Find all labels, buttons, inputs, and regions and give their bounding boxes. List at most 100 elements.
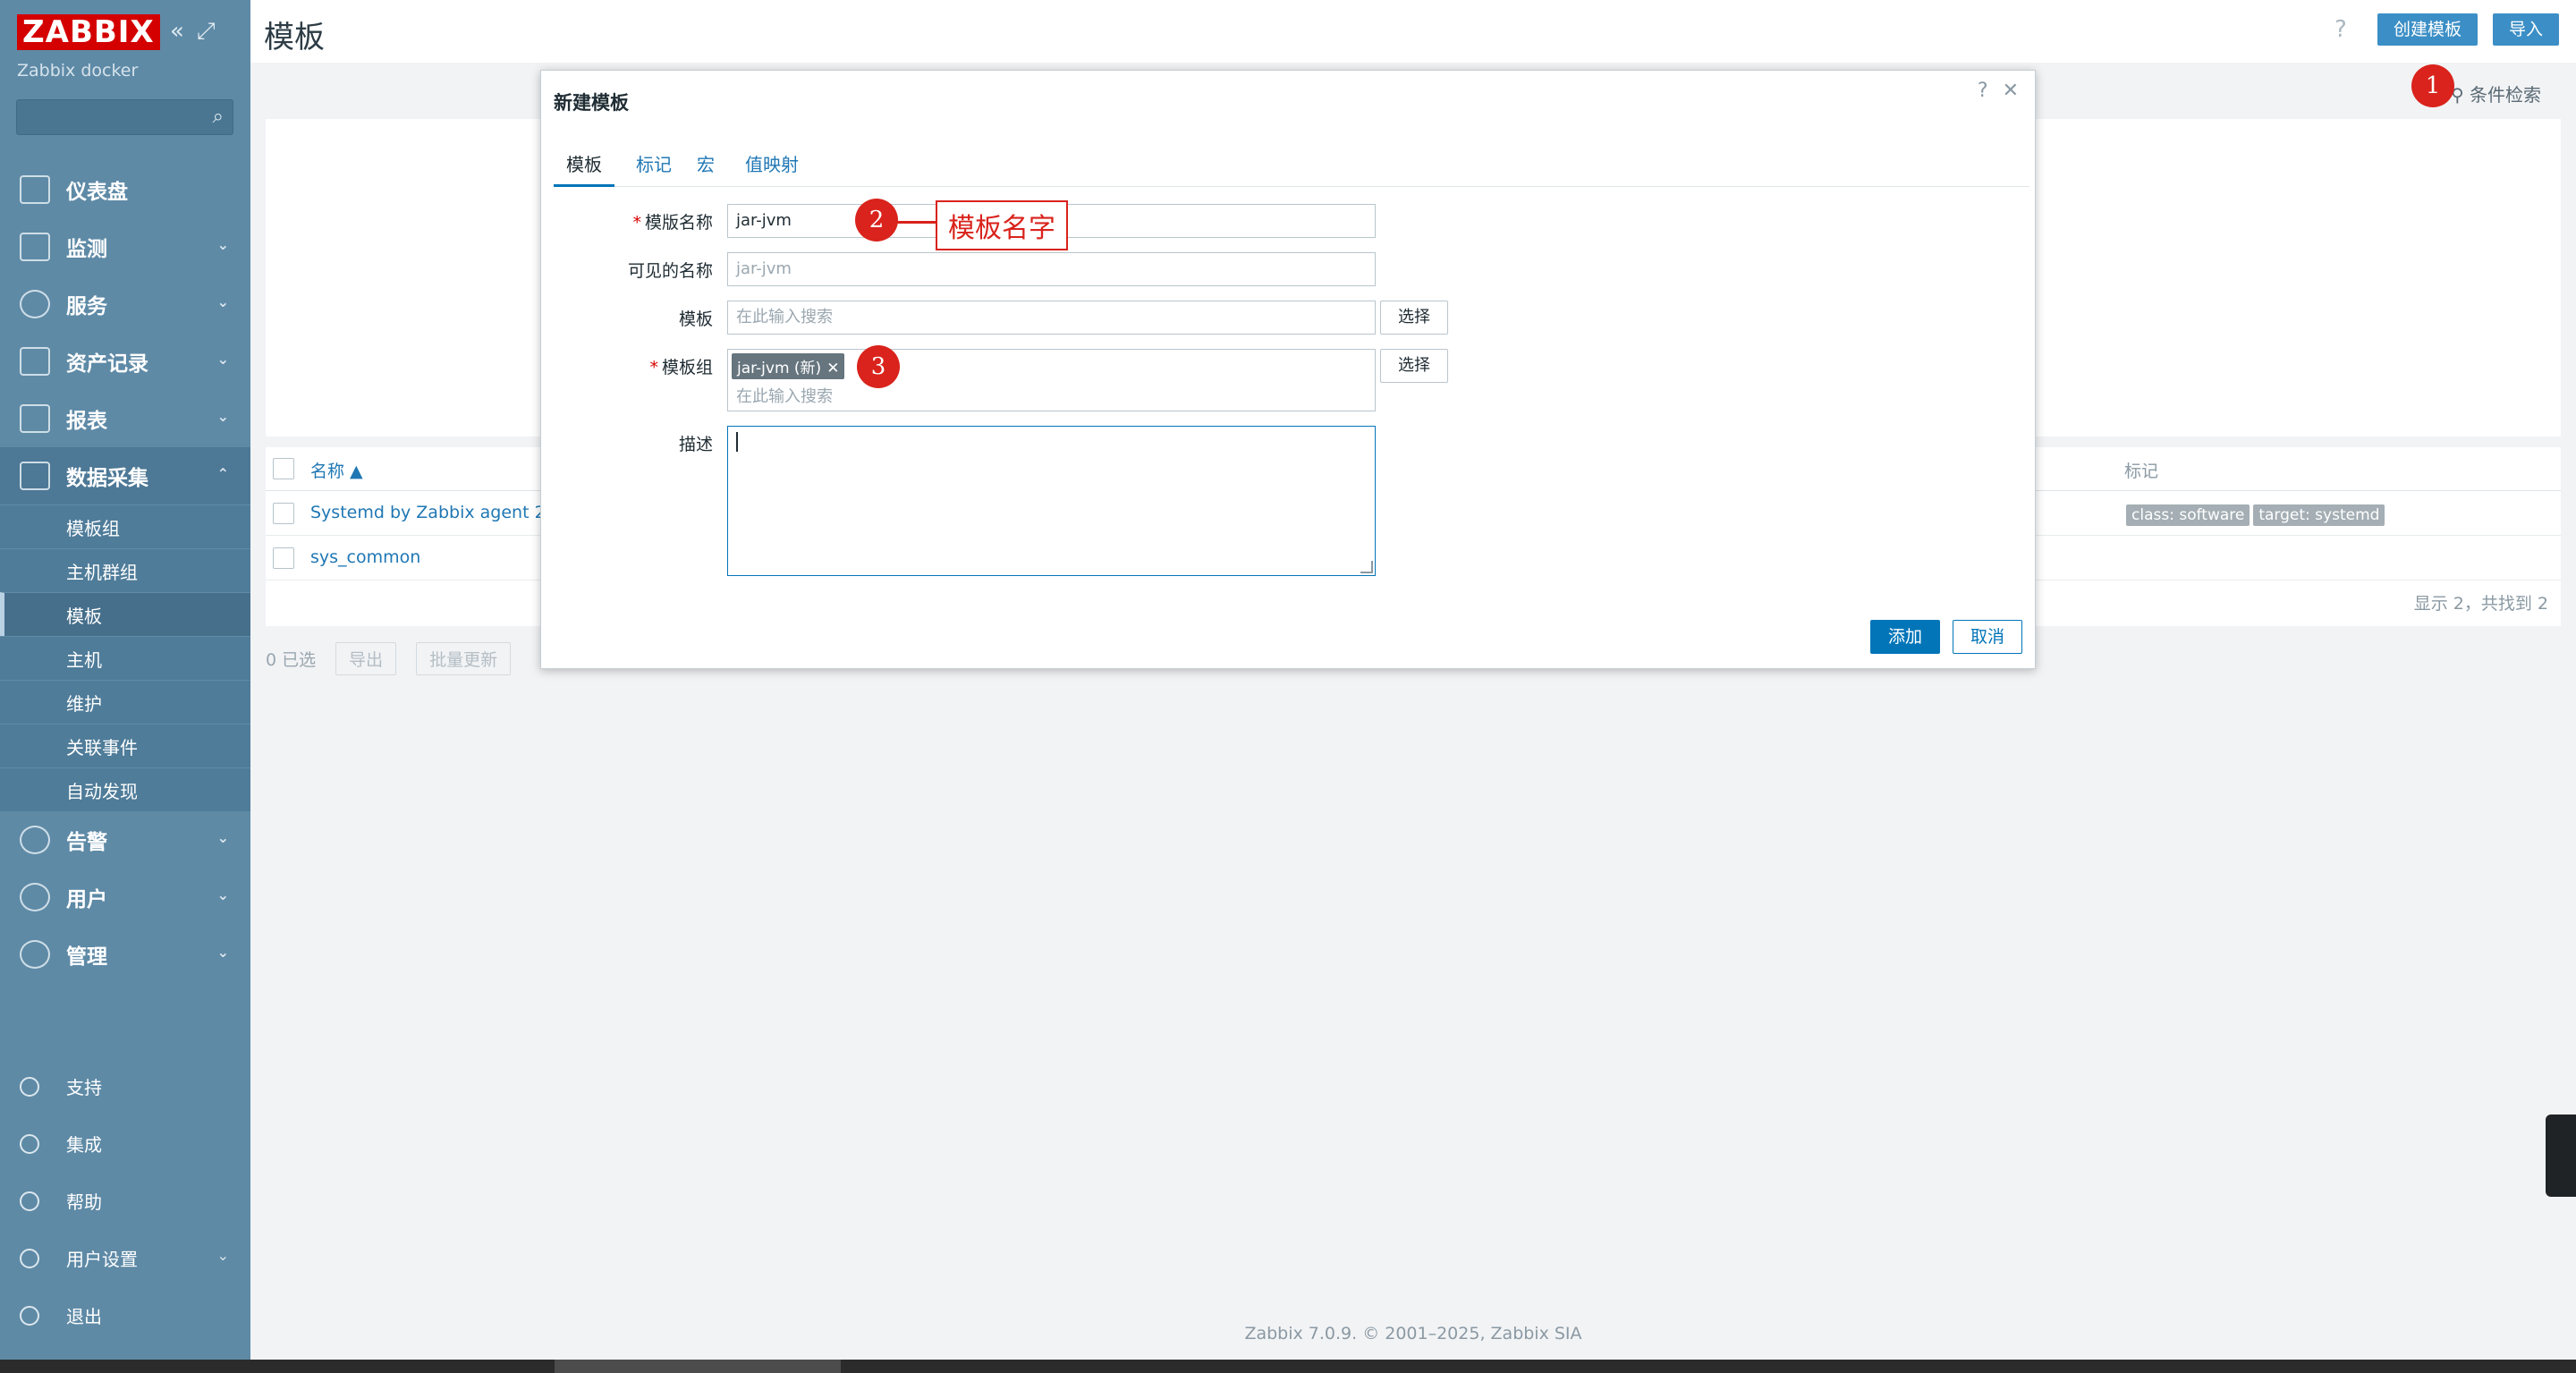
page-header: 模板 ? 创建模板 导入	[250, 0, 2576, 63]
selected-count: 0 已选	[266, 650, 317, 670]
chevron-down-icon: ⌄	[216, 944, 229, 961]
subnav-templates[interactable]: 模板	[0, 592, 250, 636]
text-caret	[736, 432, 738, 452]
nav-alerts[interactable]: 告警 ⌄	[0, 811, 250, 869]
gear-icon	[20, 940, 50, 969]
subnav-maintenance[interactable]: 维护	[0, 680, 250, 724]
nav-reports[interactable]: 报表 ⌄	[0, 390, 250, 447]
linked-templates-input[interactable]: 在此输入搜索	[727, 301, 1376, 335]
data-collection-icon	[20, 462, 50, 490]
import-button[interactable]: 导入	[2493, 13, 2560, 46]
user-settings-icon	[20, 1249, 39, 1268]
group-chip: jar-jvm (新) ✕	[732, 353, 845, 379]
chevron-up-icon: ⌃	[216, 465, 229, 482]
row-checkbox[interactable]	[273, 503, 294, 524]
dashboard-icon	[20, 175, 50, 204]
tab-template[interactable]: 模板	[554, 151, 614, 187]
resize-handle[interactable]	[1360, 561, 1373, 573]
help-icon	[20, 1191, 39, 1211]
nav-support[interactable]: 支持	[0, 1057, 250, 1115]
nav-dashboard[interactable]: 仪表盘	[0, 161, 250, 218]
power-icon	[20, 1306, 39, 1326]
users-icon	[20, 883, 50, 911]
annotation-badge-3: 3	[857, 345, 900, 388]
filter-toggle[interactable]: ⚲ 条件检索	[2451, 81, 2541, 106]
integrations-icon	[20, 1134, 39, 1154]
chevron-down-icon: ⌄	[216, 351, 229, 368]
data-collection-subnav: 模板组 主机群组 模板 主机 维护 关联事件 自动发现	[0, 504, 250, 811]
help-icon[interactable]: ?	[2334, 16, 2347, 43]
annotation-badge-1: 1	[2411, 64, 2454, 107]
collapse-sidebar-icon[interactable]: «	[170, 18, 184, 45]
subnav-hosts[interactable]: 主机	[0, 636, 250, 680]
tab-macros[interactable]: 宏	[697, 151, 715, 187]
sidebar: ZABBIX « ⤢ Zabbix docker ⌕ 仪表盘 监测 ⌄ 服务 ⌄ …	[0, 0, 250, 1373]
dialog-tabs: 模板 标记 宏 值映射	[554, 151, 2029, 187]
subnav-template-groups[interactable]: 模板组	[0, 504, 250, 548]
nav-services[interactable]: 服务 ⌄	[0, 275, 250, 333]
chevron-down-icon: ⌄	[216, 886, 229, 903]
chevron-down-icon: ⌄	[216, 293, 229, 310]
instance-name: Zabbix docker	[17, 61, 139, 81]
nav-data-collection[interactable]: 数据采集 ⌃	[0, 447, 250, 504]
chevron-down-icon: ⌄	[216, 829, 229, 846]
chevron-down-icon: ⌄	[216, 236, 229, 253]
template-link[interactable]: sys_common	[310, 547, 420, 567]
nav-inventory[interactable]: 资产记录 ⌄	[0, 333, 250, 390]
reports-icon	[20, 404, 50, 433]
zabbix-logo[interactable]: ZABBIX	[17, 14, 160, 50]
kiosk-mode-icon[interactable]: ⤢	[197, 18, 216, 45]
cancel-button[interactable]: 取消	[1953, 620, 2022, 654]
add-button[interactable]: 添加	[1870, 620, 1940, 654]
export-button[interactable]: 导出	[335, 642, 397, 675]
visible-name-input[interactable]: jar-jvm	[727, 252, 1376, 286]
nav-users[interactable]: 用户 ⌄	[0, 869, 250, 926]
side-widget[interactable]	[2546, 1115, 2576, 1197]
select-all-checkbox[interactable]	[273, 458, 294, 479]
bell-icon	[20, 826, 50, 854]
inventory-icon	[20, 347, 50, 376]
select-groups-button[interactable]: 选择	[1380, 349, 1448, 383]
row-checkbox[interactable]	[273, 547, 294, 569]
column-tags: 标记	[2124, 462, 2159, 481]
close-icon[interactable]: ✕	[2003, 80, 2019, 102]
search-icon[interactable]: ⌕	[213, 106, 224, 128]
create-template-button[interactable]: 创建模板	[2377, 13, 2479, 46]
tag-badge: class: software	[2126, 504, 2250, 526]
column-name-sort[interactable]: 名称 ▲	[310, 458, 363, 482]
mass-update-button[interactable]: 批量更新	[416, 642, 512, 675]
template-link[interactable]: Systemd by Zabbix agent 2	[310, 503, 546, 522]
tab-value-mapping[interactable]: 值映射	[745, 151, 799, 187]
help-icon[interactable]: ?	[1978, 80, 1988, 102]
tab-tags[interactable]: 标记	[636, 151, 672, 187]
main-nav: 仪表盘 监测 ⌄ 服务 ⌄ 资产记录 ⌄ 报表 ⌄ 数据采集 ⌃ 模板组 主机群…	[0, 161, 250, 983]
sidebar-search-input[interactable]: ⌕	[16, 99, 233, 135]
nav-monitoring[interactable]: 监测 ⌄	[0, 218, 250, 275]
annotation-badge-2: 2	[855, 199, 898, 242]
annotation-connector	[897, 221, 936, 224]
description-textarea[interactable]	[727, 426, 1376, 576]
nav-administration[interactable]: 管理 ⌄	[0, 926, 250, 983]
nav-help[interactable]: 帮助	[0, 1172, 250, 1229]
taskbar	[0, 1360, 2576, 1373]
nav-user-settings[interactable]: 用户设置 ⌄	[0, 1229, 250, 1286]
monitoring-icon	[20, 233, 50, 261]
remove-chip-icon[interactable]: ✕	[826, 360, 839, 377]
result-count: 显示 2，共找到 2	[2413, 594, 2548, 614]
subnav-event-correlation[interactable]: 关联事件	[0, 724, 250, 767]
services-icon	[20, 290, 50, 318]
page-title: 模板	[264, 20, 325, 55]
subnav-discovery[interactable]: 自动发现	[0, 767, 250, 811]
subnav-host-groups[interactable]: 主机群组	[0, 548, 250, 592]
select-templates-button[interactable]: 选择	[1380, 301, 1448, 335]
dialog-title: 新建模板	[554, 92, 629, 114]
bulk-actions: 0 已选 导出 批量更新	[266, 642, 512, 675]
template-groups-input[interactable]: jar-jvm (新) ✕ 在此输入搜索	[727, 349, 1376, 411]
headset-icon	[20, 1077, 39, 1097]
annotation-callout: 模板名字	[936, 200, 1068, 250]
nav-sign-out[interactable]: 退出	[0, 1286, 250, 1343]
nav-integrations[interactable]: 集成	[0, 1115, 250, 1172]
tag-badge: target: systemd	[2253, 504, 2385, 526]
footer: Zabbix 7.0.9. © 2001–2025, Zabbix SIA	[1244, 1324, 1582, 1343]
chevron-down-icon: ⌄	[216, 408, 229, 425]
